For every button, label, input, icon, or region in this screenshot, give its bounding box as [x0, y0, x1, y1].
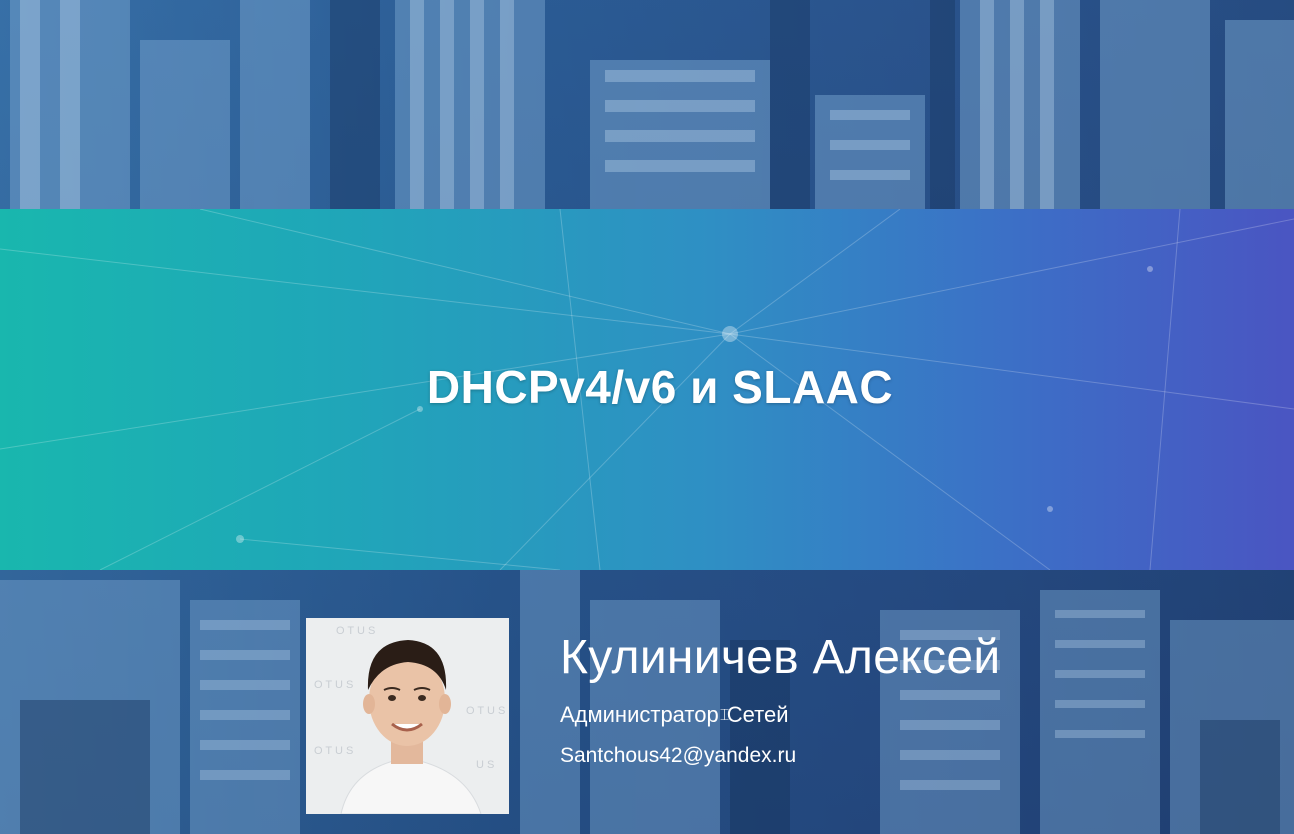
author-name: Кулиничев Алексей [560, 631, 1001, 684]
svg-text:U S: U S [476, 759, 494, 771]
svg-text:O T U S: O T U S [466, 705, 505, 717]
svg-text:O T U S: O T U S [336, 625, 375, 637]
author-role: Администратор⌶Сетей [560, 702, 788, 728]
svg-text:O T U S: O T U S [314, 679, 353, 691]
i-beam-cursor-icon: ⌶ [719, 707, 730, 725]
author-portrait-illustration: O T U S O T U S O T U S O T U S U S [306, 618, 509, 814]
author-photo: O T U S O T U S O T U S O T U S U S [306, 618, 509, 814]
author-role-part2: Сетей [726, 702, 789, 727]
presentation-slide: DHCPv4/v6 и SLAAC O T U S O T U S O T U … [0, 0, 1294, 834]
slide-title: DHCPv4/v6 и SLAAC [426, 361, 894, 413]
author-email[interactable]: Santchous42@yandex.ru [560, 744, 796, 768]
svg-text:O T U S: O T U S [314, 745, 353, 757]
author-role-part1: Администратор [560, 702, 719, 727]
